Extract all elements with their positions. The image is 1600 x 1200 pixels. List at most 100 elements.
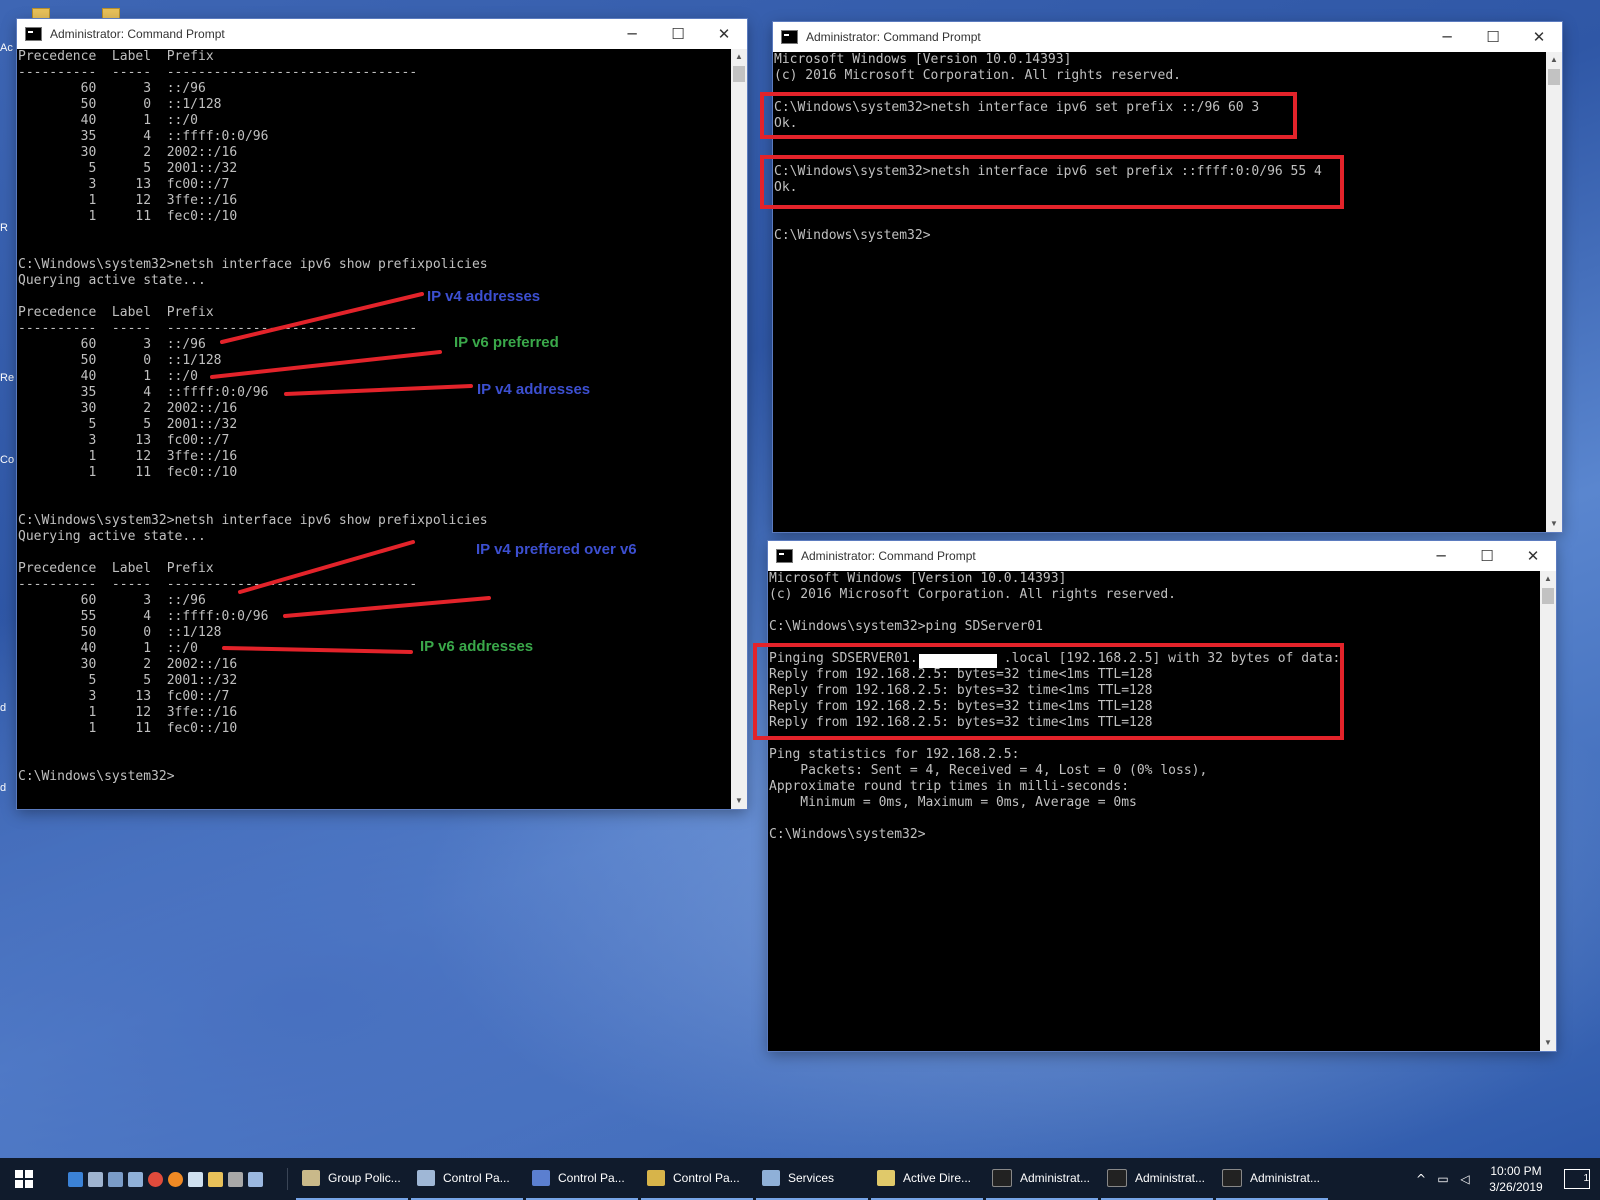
console-line: 40 1 ::/0 [18, 641, 199, 656]
console-line: 55 4 ::ffff:0:0/96 [18, 609, 269, 624]
console-line: 60 3 ::/96 [18, 81, 206, 96]
console-line: C:\Windows\system32>ping SDServer01 [769, 619, 1043, 634]
console-line: Ok. [774, 180, 798, 195]
taskbar-item-command-prompt[interactable]: Administrat... [986, 1158, 1098, 1200]
taskbar-item-command-prompt[interactable]: Administrat... [1101, 1158, 1213, 1200]
control-panel-icon [532, 1170, 550, 1186]
users-icon[interactable] [128, 1171, 143, 1187]
close-button[interactable]: ✕ [1516, 28, 1562, 46]
chrome-icon[interactable] [148, 1171, 163, 1187]
console-line: 1 12 3ffe::/16 [18, 449, 238, 464]
network-icon[interactable] [248, 1171, 263, 1187]
clock-time: 10:00 PM [1490, 1164, 1542, 1178]
scroll-thumb[interactable] [1542, 588, 1554, 604]
console-output[interactable]: Precedence Label Prefix ---------- ----- … [17, 49, 731, 809]
network-icon[interactable]: ▭ [1435, 1172, 1451, 1186]
volume-muted-icon[interactable]: ◁ [1457, 1172, 1473, 1186]
console-line: (c) 2016 Microsoft Corporation. All righ… [769, 587, 1176, 602]
console-line: Querying active state... [18, 273, 206, 288]
cmd-window-top-right[interactable]: Administrator: Command Prompt ─ ☐ ✕ Micr… [773, 22, 1562, 532]
window-title: Administrator: Command Prompt [806, 30, 981, 44]
taskbar-item-active-directory[interactable]: Active Dire... [871, 1158, 983, 1200]
taskbar-item-services[interactable]: Services [756, 1158, 868, 1200]
scroll-down-arrow-icon[interactable]: ▼ [1540, 1035, 1556, 1051]
console-line: C:\Windows\system32>netsh interface ipv6… [18, 257, 488, 272]
console-line: Minimum = 0ms, Maximum = 0ms, Average = … [769, 795, 1137, 810]
desktop-icon-label: d [0, 702, 7, 714]
taskbar-item-label: Control Pa... [673, 1171, 740, 1185]
maximize-button[interactable]: ☐ [655, 25, 701, 43]
cmd-icon [992, 1169, 1012, 1187]
scroll-thumb[interactable] [1548, 69, 1560, 85]
folder-icon[interactable] [208, 1171, 223, 1187]
cmd-window-left[interactable]: Administrator: Command Prompt ─ ☐ ✕ Prec… [17, 19, 747, 809]
taskbar-item-control-panel[interactable]: Control Pa... [411, 1158, 523, 1200]
vertical-scrollbar[interactable]: ▲ ▼ [1546, 52, 1562, 532]
title-bar[interactable]: Administrator: Command Prompt ─ ☐ ✕ [17, 19, 747, 49]
notification-center-icon[interactable]: 1 [1564, 1169, 1590, 1189]
maximize-button[interactable]: ☐ [1464, 547, 1510, 565]
console-line: C:\Windows\system32> [774, 228, 931, 243]
close-button[interactable]: ✕ [1510, 547, 1556, 565]
maximize-button[interactable]: ☐ [1470, 28, 1516, 46]
taskbar-item-control-panel[interactable]: Control Pa... [641, 1158, 753, 1200]
clock[interactable]: 10:00 PM 3/26/2019 [1476, 1163, 1556, 1195]
server-manager-icon[interactable] [88, 1171, 103, 1187]
annotation-label: IP v4 addresses [477, 381, 591, 398]
console-output[interactable]: Microsoft Windows [Version 10.0.14393] (c… [773, 52, 1546, 532]
cmd-window-bottom-right[interactable]: Administrator: Command Prompt ─ ☐ ✕ Micr… [768, 541, 1556, 1051]
console-line: Precedence Label Prefix [18, 49, 214, 64]
cmd-icon [1107, 1169, 1127, 1187]
title-bar[interactable]: Administrator: Command Prompt ─ ☐ ✕ [773, 22, 1562, 52]
console-line: Pinging SDSERVER01. .local [192.168.2.5]… [769, 651, 1341, 666]
vertical-scrollbar[interactable]: ▲ ▼ [731, 49, 747, 809]
console-line: C:\Windows\system32> [18, 769, 175, 784]
start-button[interactable] [0, 1158, 48, 1200]
minimize-button[interactable]: ─ [609, 25, 655, 43]
console-output[interactable]: Microsoft Windows [Version 10.0.14393] (c… [768, 571, 1540, 1051]
cmd-icon [25, 27, 42, 41]
title-bar[interactable]: Administrator: Command Prompt ─ ☐ ✕ [768, 541, 1556, 571]
close-button[interactable]: ✕ [701, 25, 747, 43]
taskbar: Group Polic... Control Pa... Control Pa.… [0, 1158, 1600, 1200]
console-line: Microsoft Windows [Version 10.0.14393] [769, 571, 1067, 586]
scroll-up-arrow-icon[interactable]: ▲ [1546, 52, 1562, 68]
taskbar-item-command-prompt[interactable]: Administrat... [1216, 1158, 1328, 1200]
show-desktop-icon[interactable] [68, 1171, 83, 1187]
console-line: Reply from 192.168.2.5: bytes=32 time<1m… [769, 683, 1153, 698]
console-line: 5 5 2001::/32 [18, 673, 238, 688]
tools-icon[interactable] [228, 1171, 243, 1187]
firefox-icon[interactable] [168, 1171, 183, 1187]
control-panel-icon [647, 1170, 665, 1186]
console-line: C:\Windows\system32> [769, 827, 926, 842]
cmd-icon [781, 30, 798, 44]
console-line: ---------- ----- -----------------------… [18, 577, 418, 592]
scroll-thumb[interactable] [733, 66, 745, 82]
scroll-up-arrow-icon[interactable]: ▲ [731, 49, 747, 65]
console-line: C:\Windows\system32>netsh interface ipv6… [774, 100, 1260, 115]
scroll-down-arrow-icon[interactable]: ▼ [1546, 516, 1562, 532]
desktop-icon-label: d [0, 782, 7, 794]
taskbar-item-group-policy[interactable]: Group Polic... [296, 1158, 408, 1200]
console-line: Reply from 192.168.2.5: bytes=32 time<1m… [769, 699, 1153, 714]
vertical-scrollbar[interactable]: ▲ ▼ [1540, 571, 1556, 1051]
scroll-up-arrow-icon[interactable]: ▲ [1540, 571, 1556, 587]
notepad-icon[interactable] [188, 1171, 203, 1187]
annotation-label: IP v4 addresses [427, 288, 541, 305]
console-line: Microsoft Windows [Version 10.0.14393] [774, 52, 1072, 67]
minimize-button[interactable]: ─ [1424, 28, 1470, 46]
scroll-down-arrow-icon[interactable]: ▼ [731, 793, 747, 809]
taskbar-item-label: Administrat... [1020, 1171, 1091, 1185]
window-title: Administrator: Command Prompt [50, 27, 225, 41]
chevron-up-icon[interactable]: ^ [1413, 1172, 1429, 1186]
computer-management-icon[interactable] [108, 1171, 123, 1187]
taskbar-item-control-panel[interactable]: Control Pa... [526, 1158, 638, 1200]
quick-launch [68, 1171, 263, 1187]
minimize-button[interactable]: ─ [1418, 547, 1464, 565]
desktop-icon-label: Co [0, 454, 15, 466]
